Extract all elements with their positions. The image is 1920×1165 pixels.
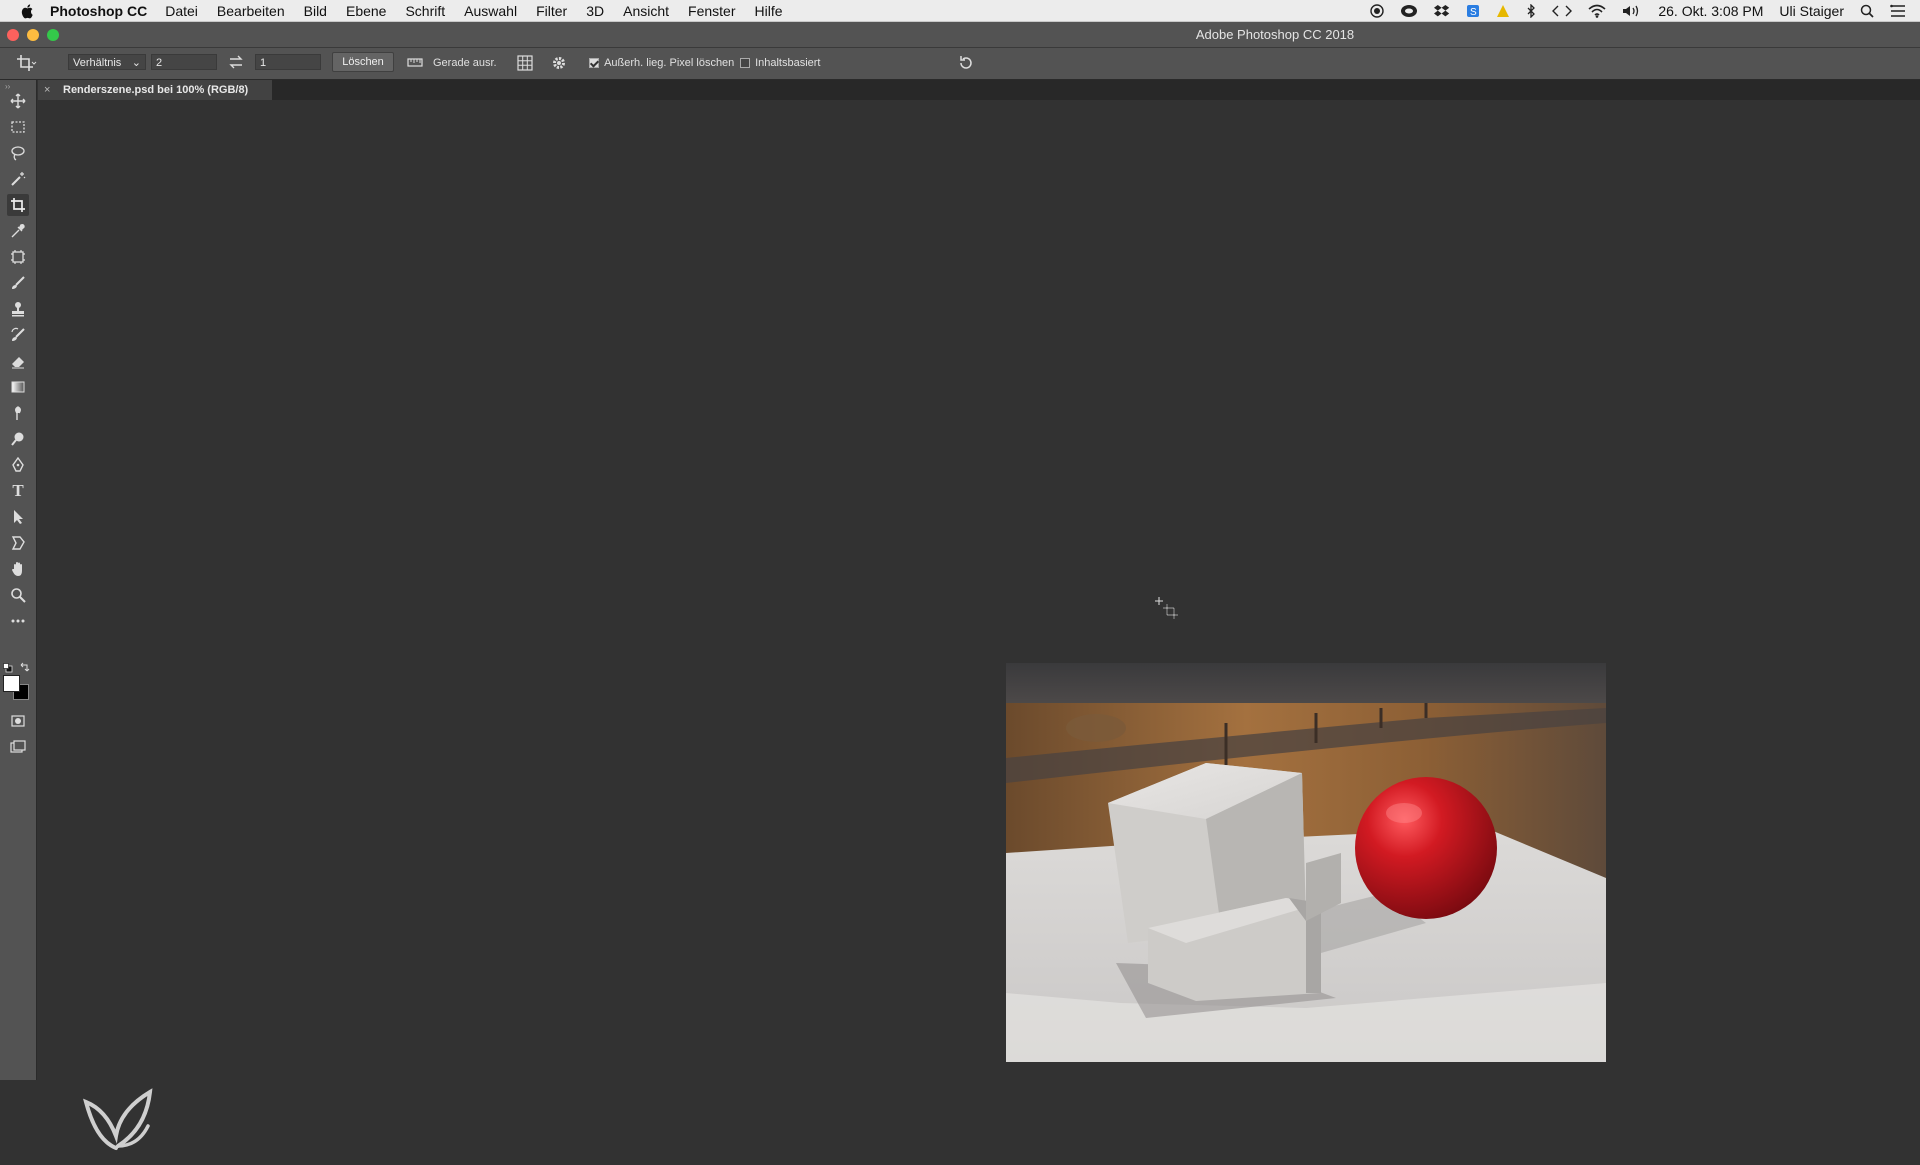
volume-icon[interactable] [1622,4,1642,18]
window-titlebar: Adobe Photoshop CC 2018 [0,22,1920,48]
menu-bearbeiten[interactable]: Bearbeiten [217,3,285,19]
menu-auswahl[interactable]: Auswahl [464,3,517,19]
brush-tool-icon[interactable] [7,272,29,294]
code-brackets-icon[interactable] [1552,4,1573,18]
menu-fenster[interactable]: Fenster [688,3,735,19]
screen-mode-icon[interactable] [7,736,29,758]
hand-tool-icon[interactable] [7,558,29,580]
more-tools-icon[interactable] [7,610,29,632]
menu-ansicht[interactable]: Ansicht [623,3,669,19]
system-menubar: Photoshop CC Datei Bearbeiten Bild Ebene… [0,0,1920,22]
clock[interactable]: 26. Okt. 3:08 PM [1658,3,1763,19]
foreground-color-swatch[interactable] [3,675,20,692]
apple-icon[interactable] [20,3,36,19]
canvas-pasteboard[interactable] [38,100,1920,1150]
menu-hilfe[interactable]: Hilfe [755,3,783,19]
svg-text:S: S [1470,7,1477,18]
document-tab[interactable]: × Renderszene.psd bei 100% (RGB/8) [38,80,272,100]
history-brush-tool-icon[interactable] [7,324,29,346]
custom-shape-tool-icon[interactable] [7,532,29,554]
checkbox-checked-icon [589,58,599,69]
marquee-tool-icon[interactable] [7,116,29,138]
path-selection-tool-icon[interactable] [7,506,29,528]
content-aware-label: Inhaltsbasiert [755,57,821,70]
spotlight-icon[interactable] [1860,4,1874,18]
chevron-down-icon: ⌄ [131,57,141,69]
butterfly-logo-icon [78,1080,158,1165]
overlay-grid-icon[interactable] [516,54,534,75]
menu-filter[interactable]: Filter [536,3,567,19]
warning-bell-icon[interactable] [1496,4,1510,18]
smudge-tool-icon[interactable] [7,402,29,424]
record-icon[interactable] [1370,4,1385,18]
document-image[interactable] [1006,663,1606,1062]
eraser-tool-icon[interactable] [7,350,29,372]
checkbox-unchecked-icon [740,58,750,69]
menu-datei[interactable]: Datei [165,3,198,19]
wifi-icon[interactable] [1588,4,1606,18]
menu-bild[interactable]: Bild [304,3,327,19]
menu-3d[interactable]: 3D [586,3,604,19]
pen-tool-icon[interactable] [7,454,29,476]
crop-cursor-icon [1153,595,1181,628]
frame-tool-icon[interactable] [7,246,29,268]
eyedropper-tool-icon[interactable] [7,220,29,242]
ratio-select[interactable]: Verhältnis ⌄ [68,54,146,70]
menu-ebene[interactable]: Ebene [346,3,386,19]
user-name[interactable]: Uli Staiger [1779,3,1844,19]
gear-icon[interactable] [550,54,568,75]
menu-schrift[interactable]: Schrift [405,3,445,19]
stamp-tool-icon[interactable] [7,298,29,320]
crop-tool-preset-icon[interactable] [16,54,38,75]
tool-options-bar: Verhältnis ⌄ 2 1 Löschen Gerade ausr. Au… [0,48,1920,80]
lasso-tool-icon[interactable] [7,142,29,164]
crop-tool-icon[interactable] [7,194,29,216]
document-tab-title: Renderszene.psd bei 100% (RGB/8) [63,84,249,96]
app-menu[interactable]: Photoshop CC [50,3,147,19]
swap-colors-icon[interactable] [20,659,30,677]
reset-crop-icon[interactable] [957,54,975,75]
delete-cropped-pixels-label: Außerh. lieg. Pixel löschen [604,57,735,70]
straighten-icon[interactable] [407,56,423,71]
tools-panel: ›› T [0,80,37,1080]
document-tab-bar: × Renderszene.psd bei 100% (RGB/8) [38,80,1920,100]
zoom-tool-icon[interactable] [7,584,29,606]
ratio-select-value: Verhältnis [73,57,122,69]
move-tool-icon[interactable] [7,90,29,112]
quick-mask-icon[interactable] [7,710,29,732]
swap-dimensions-icon[interactable] [228,55,244,72]
status-area: S 26. Okt. 3:08 PM Uli Staiger [1362,0,1920,22]
magic-wand-tool-icon[interactable] [7,168,29,190]
type-tool-icon[interactable]: T [7,480,29,502]
window-title: Adobe Photoshop CC 2018 [1195,27,1355,42]
clear-button[interactable]: Löschen [332,52,394,72]
gradient-tool-icon[interactable] [7,376,29,398]
creative-cloud-icon[interactable] [1400,4,1418,18]
content-aware-checkbox[interactable]: Inhaltsbasiert [740,57,821,69]
crop-width-input[interactable]: 2 [151,54,217,70]
dodge-tool-icon[interactable] [7,428,29,450]
delete-cropped-pixels-checkbox[interactable]: Außerh. lieg. Pixel löschen [589,57,734,69]
straighten-label[interactable]: Gerade ausr. [433,57,497,69]
bluetooth-icon[interactable] [1526,4,1536,18]
sync-app-icon[interactable]: S [1466,4,1480,18]
crop-height-input[interactable]: 1 [255,54,321,70]
dropbox-icon[interactable] [1434,4,1450,18]
close-tab-icon[interactable]: × [44,80,50,100]
notification-center-icon[interactable] [1890,4,1906,18]
